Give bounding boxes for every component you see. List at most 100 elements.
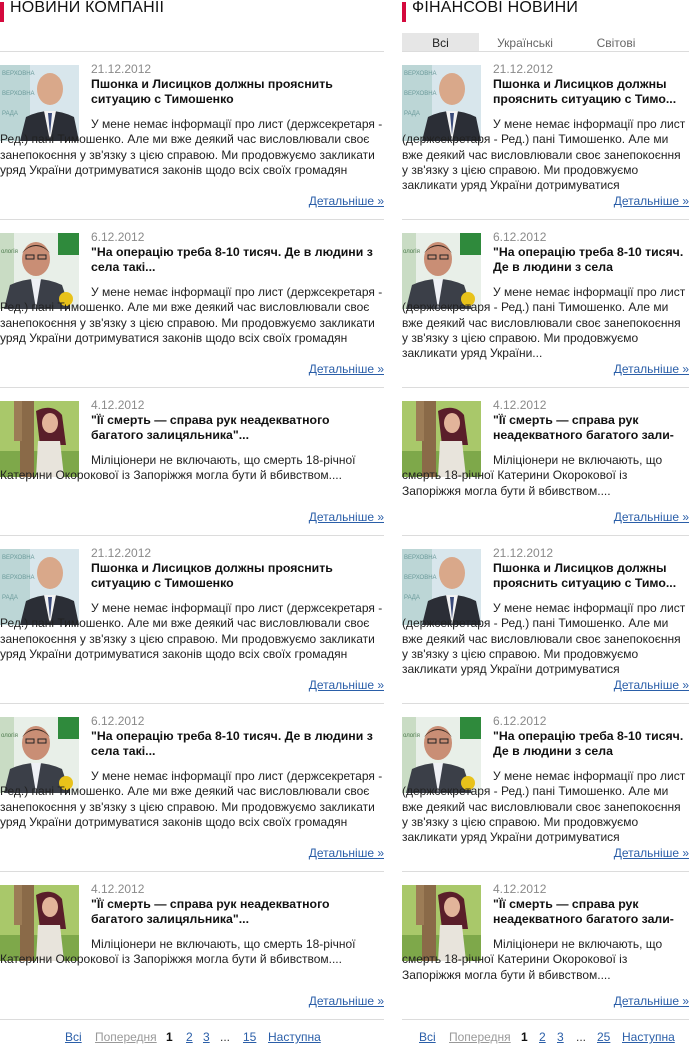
news-summary: У мене немає інформації про лист (держсе…	[402, 285, 686, 361]
svg-text:ВЕРХОВНА: ВЕРХОВНА	[404, 71, 437, 77]
svg-text:ологія: ологія	[1, 733, 18, 739]
separator	[0, 387, 384, 388]
header-accent-bar	[402, 2, 406, 22]
svg-text:ВЕРХОВНА: ВЕРХОВНА	[404, 575, 437, 581]
news-summary: У мене немає інформації про лист (держсе…	[0, 117, 383, 177]
pagination-page-link[interactable]: 3	[203, 1030, 210, 1044]
separator	[0, 1019, 384, 1020]
finance-news-column: ФІНАНСОВІ НОВИНИ Всі Українські Світові …	[402, 0, 689, 1044]
svg-text:ологія: ологія	[403, 733, 420, 739]
news-summary: Міліціонери не включають, що смерть 18-р…	[402, 453, 663, 498]
section-title: НОВИНИ КОМПАНІЇ	[10, 0, 165, 16]
pagination-page-current: 1	[521, 1030, 528, 1044]
news-title-link[interactable]: "На операцію треба 8-10 тисяч. Де в люди…	[91, 245, 384, 275]
svg-text:ВЕРХОВНА: ВЕРХОВНА	[2, 555, 35, 561]
pagination-prev-link: Попередня	[95, 1030, 157, 1044]
read-more-link[interactable]: Детальніше »	[309, 362, 384, 376]
svg-text:ВЕРХОВНА: ВЕРХОВНА	[2, 575, 35, 581]
news-date: 4.12.2012	[91, 398, 145, 412]
news-title-link[interactable]: "Її смерть — справа рук неадекватного ба…	[91, 897, 384, 927]
news-title-link[interactable]: Пшонка и Лисицков должны прояснить ситуа…	[493, 77, 689, 107]
news-title-link[interactable]: Пшонка и Лисицков должны прояснить ситуа…	[91, 77, 384, 107]
news-summary: Міліціонери не включають, що смерть 18-р…	[402, 937, 663, 982]
news-date: 6.12.2012	[493, 714, 547, 728]
separator	[0, 51, 384, 52]
read-more-link[interactable]: Детальніше »	[614, 362, 689, 376]
news-filter-tabs: Всі Українські Світові	[402, 33, 689, 51]
separator	[402, 703, 689, 704]
news-title-link[interactable]: "Її смерть — справа рук неадекватного ба…	[493, 413, 689, 443]
tab-world[interactable]: Світові	[571, 33, 661, 51]
svg-text:ВЕРХОВНА: ВЕРХОВНА	[404, 91, 437, 97]
pagination-last-page-link[interactable]: 25	[597, 1030, 610, 1044]
read-more-link[interactable]: Детальніше »	[309, 846, 384, 860]
section-title: ФІНАНСОВІ НОВИНИ	[412, 0, 579, 16]
read-more-link[interactable]: Детальніше »	[309, 510, 384, 524]
svg-text:ологія: ологія	[1, 249, 18, 255]
pagination-ellipsis: ...	[576, 1030, 587, 1044]
tab-all[interactable]: Всі	[402, 33, 479, 51]
news-date: 6.12.2012	[91, 230, 145, 244]
pagination-page-current: 1	[166, 1030, 173, 1044]
section-header: ФІНАНСОВІ НОВИНИ	[402, 0, 689, 22]
svg-text:ВЕРХОВНА: ВЕРХОВНА	[2, 71, 35, 77]
read-more-link[interactable]: Детальніше »	[614, 678, 689, 692]
svg-text:ологія: ологія	[403, 249, 420, 255]
separator	[0, 871, 384, 872]
tab-ukrainian[interactable]: Українські	[479, 33, 571, 51]
pagination-ellipsis: ...	[220, 1030, 231, 1044]
read-more-link[interactable]: Детальніше »	[614, 510, 689, 524]
svg-text:ВЕРХОВНА: ВЕРХОВНА	[2, 91, 35, 97]
news-date: 4.12.2012	[493, 882, 547, 896]
pagination-all-link[interactable]: Всі	[419, 1030, 436, 1044]
news-summary: У мене немає інформації про лист (держсе…	[402, 601, 686, 677]
separator	[402, 1019, 689, 1020]
pagination-next-link[interactable]: Наступна	[268, 1030, 321, 1044]
svg-text:ВЕРХОВНА: ВЕРХОВНА	[404, 555, 437, 561]
pagination-page-link[interactable]: 3	[557, 1030, 564, 1044]
separator	[0, 703, 384, 704]
news-summary: У мене немає інформації про лист (держсе…	[0, 601, 383, 661]
news-summary: Міліціонери не включають, що смерть 18-р…	[0, 453, 356, 483]
news-date: 21.12.2012	[91, 62, 152, 76]
company-news-column: НОВИНИ КОМПАНІЇ ВЕРХОВНА ВЕРХОВНА РАДА 21.1…	[0, 0, 384, 1044]
read-more-link[interactable]: Детальніше »	[309, 194, 384, 208]
pagination-prev-link: Попередня	[449, 1030, 511, 1044]
news-date: 4.12.2012	[91, 882, 145, 896]
news-title-link[interactable]: "На операцію треба 8-10 тисяч. Де в люди…	[493, 245, 689, 275]
news-date: 21.12.2012	[91, 546, 152, 560]
read-more-link[interactable]: Детальніше »	[309, 678, 384, 692]
pagination-page-link[interactable]: 2	[186, 1030, 193, 1044]
news-date: 6.12.2012	[493, 230, 547, 244]
separator	[402, 871, 689, 872]
separator	[0, 535, 384, 536]
separator	[402, 387, 689, 388]
news-summary: У мене немає інформації про лист (держсе…	[0, 769, 383, 829]
news-title-link[interactable]: "На операцію треба 8-10 тисяч. Де в люди…	[91, 729, 384, 759]
news-date: 6.12.2012	[91, 714, 145, 728]
read-more-link[interactable]: Детальніше »	[614, 846, 689, 860]
news-summary: У мене немає інформації про лист (держсе…	[402, 117, 686, 193]
pagination-page-link[interactable]: 2	[539, 1030, 546, 1044]
read-more-link[interactable]: Детальніше »	[614, 194, 689, 208]
separator	[402, 51, 689, 52]
pagination-last-page-link[interactable]: 15	[243, 1030, 256, 1044]
news-date: 21.12.2012	[493, 546, 554, 560]
news-title-link[interactable]: "Її смерть — справа рук неадекватного ба…	[493, 897, 689, 927]
pagination-all-link[interactable]: Всі	[65, 1030, 82, 1044]
news-title-link[interactable]: Пшонка и Лисицков должны прояснить ситуа…	[91, 561, 384, 591]
header-accent-bar	[0, 2, 4, 22]
news-summary: Міліціонери не включають, що смерть 18-р…	[0, 937, 356, 967]
separator	[402, 535, 689, 536]
section-header: НОВИНИ КОМПАНІЇ	[0, 0, 384, 22]
news-title-link[interactable]: Пшонка и Лисицков должны прояснить ситуа…	[493, 561, 689, 591]
news-title-link[interactable]: "На операцію треба 8-10 тисяч. Де в люди…	[493, 729, 689, 759]
news-title-link[interactable]: "Її смерть — справа рук неадекватного ба…	[91, 413, 384, 443]
read-more-link[interactable]: Детальніше »	[309, 994, 384, 1008]
pagination-next-link[interactable]: Наступна	[622, 1030, 675, 1044]
news-summary: У мене немає інформації про лист (держсе…	[0, 285, 383, 345]
separator	[402, 219, 689, 220]
separator	[0, 219, 384, 220]
news-summary: У мене немає інформації про лист (держсе…	[402, 769, 686, 845]
read-more-link[interactable]: Детальніше »	[614, 994, 689, 1008]
